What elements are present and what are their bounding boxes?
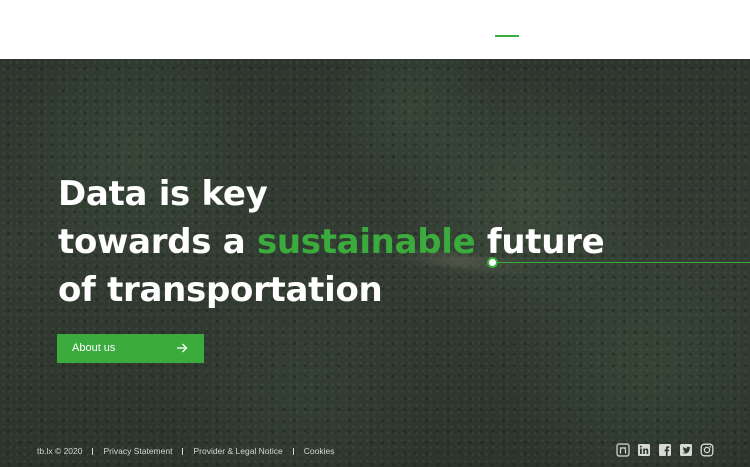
- scroll-progress-line: [492, 262, 750, 263]
- hero-title: Data is key towards a sustainable future…: [58, 170, 605, 314]
- about-us-button[interactable]: About us: [57, 334, 204, 363]
- copyright-text: tb.lx © 2020: [37, 446, 83, 456]
- hero-title-text: future: [475, 222, 605, 262]
- privacy-statement-link[interactable]: Privacy Statement: [103, 445, 172, 457]
- footer-divider: [92, 447, 94, 455]
- social-links: [616, 443, 714, 457]
- footer-links: tb.lx © 2020 Privacy Statement Provider …: [37, 445, 334, 457]
- page: Data is key towards a sustainable future…: [0, 0, 750, 467]
- scroll-progress-marker: [487, 257, 498, 268]
- linkedin-icon[interactable]: [637, 443, 651, 457]
- hero-title-line-1: Data is key: [58, 174, 268, 214]
- provider-legal-notice-link[interactable]: Provider & Legal Notice: [193, 445, 282, 457]
- cookies-link[interactable]: Cookies: [304, 445, 335, 457]
- footer: tb.lx © 2020 Privacy Statement Provider …: [0, 443, 750, 459]
- hero-title-text: towards a: [58, 222, 257, 262]
- facebook-icon[interactable]: [658, 443, 672, 457]
- twitter-icon[interactable]: [679, 443, 693, 457]
- hero-title-highlight: sustainable: [256, 222, 476, 262]
- hero-title-line-2: towards a sustainable future: [58, 218, 605, 266]
- about-us-button-label: About us: [72, 342, 116, 354]
- active-nav-indicator: [495, 35, 519, 37]
- instagram-icon[interactable]: [700, 443, 714, 457]
- hero-section: Data is key towards a sustainable future…: [0, 59, 750, 467]
- arrow-right-icon: [177, 343, 188, 353]
- top-navigation-bar: [0, 0, 750, 59]
- github-icon[interactable]: [616, 443, 630, 457]
- footer-divider: [182, 447, 184, 455]
- hero-title-line-3: of transportation: [58, 270, 383, 310]
- footer-divider: [292, 447, 294, 455]
